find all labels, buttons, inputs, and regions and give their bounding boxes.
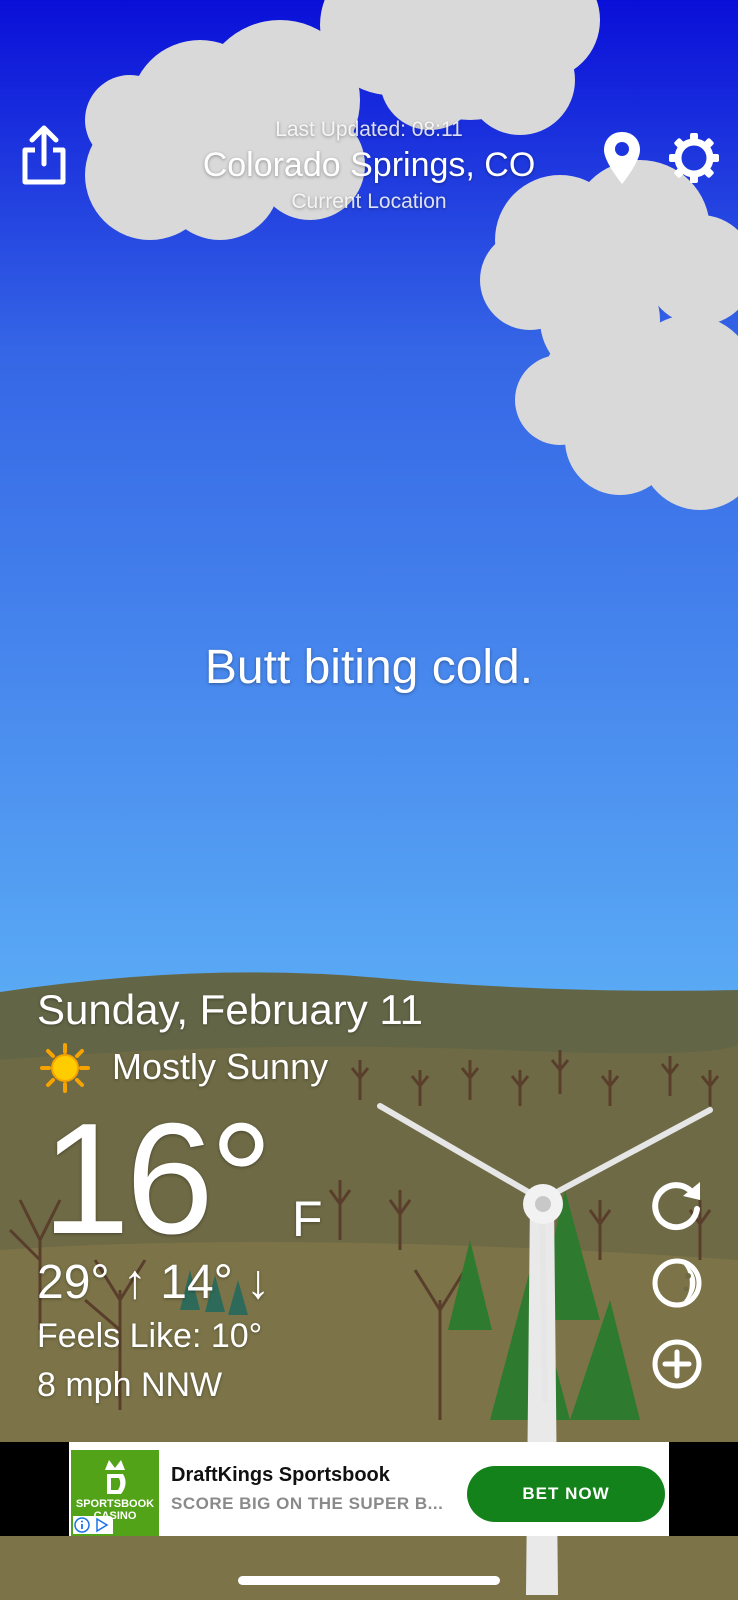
add-location-button[interactable] <box>650 1337 704 1391</box>
ad-cta-button[interactable]: BET NOW <box>467 1466 665 1522</box>
weather-condition: Mostly Sunny <box>112 1046 329 1087</box>
high-low-temperature: 29° ↑ 14° ↓ <box>37 1256 271 1309</box>
share-icon <box>22 125 66 185</box>
weather-scene <box>0 0 738 1600</box>
crown-icon <box>105 1460 126 1494</box>
city-name[interactable]: Colorado Springs, CO <box>169 146 569 185</box>
sun-icon <box>40 1043 90 1093</box>
moon-icon <box>652 1258 702 1308</box>
settings-button[interactable] <box>668 132 720 184</box>
ad-title: DraftKings Sportsbook <box>171 1464 390 1486</box>
wind-info: 8 mph NNW <box>37 1366 223 1404</box>
last-updated-label: Last Updated: 08:11 <box>275 118 463 141</box>
scene-illustration <box>0 0 738 1600</box>
ad-logo: SPORTSBOOK CASINO <box>71 1450 159 1536</box>
home-indicator[interactable] <box>238 1576 500 1585</box>
location-type-label: Current Location <box>291 190 447 213</box>
temperature-unit[interactable]: F <box>292 1190 323 1248</box>
ad-banner[interactable]: SPORTSBOOK CASINO DraftKings Sportsbook … <box>69 1442 669 1536</box>
gear-icon <box>669 133 719 183</box>
refresh-icon <box>652 1182 700 1231</box>
forecast-date: Sunday, February 11 <box>37 986 423 1033</box>
refresh-button[interactable] <box>650 1178 704 1232</box>
share-button[interactable] <box>20 124 68 186</box>
ad-info-icon[interactable] <box>73 1516 113 1534</box>
map-pin-icon <box>604 132 640 184</box>
location-button[interactable] <box>602 130 642 186</box>
moon-phase-button[interactable] <box>650 1256 704 1310</box>
feels-like: Feels Like: 10° <box>37 1317 263 1355</box>
plus-circle-icon <box>652 1339 702 1389</box>
current-temperature: 16° <box>42 1091 273 1267</box>
ad-subtitle: SCORE BIG ON THE SUPER B... <box>171 1494 444 1513</box>
weather-tagline: Butt biting cold. <box>204 641 534 694</box>
